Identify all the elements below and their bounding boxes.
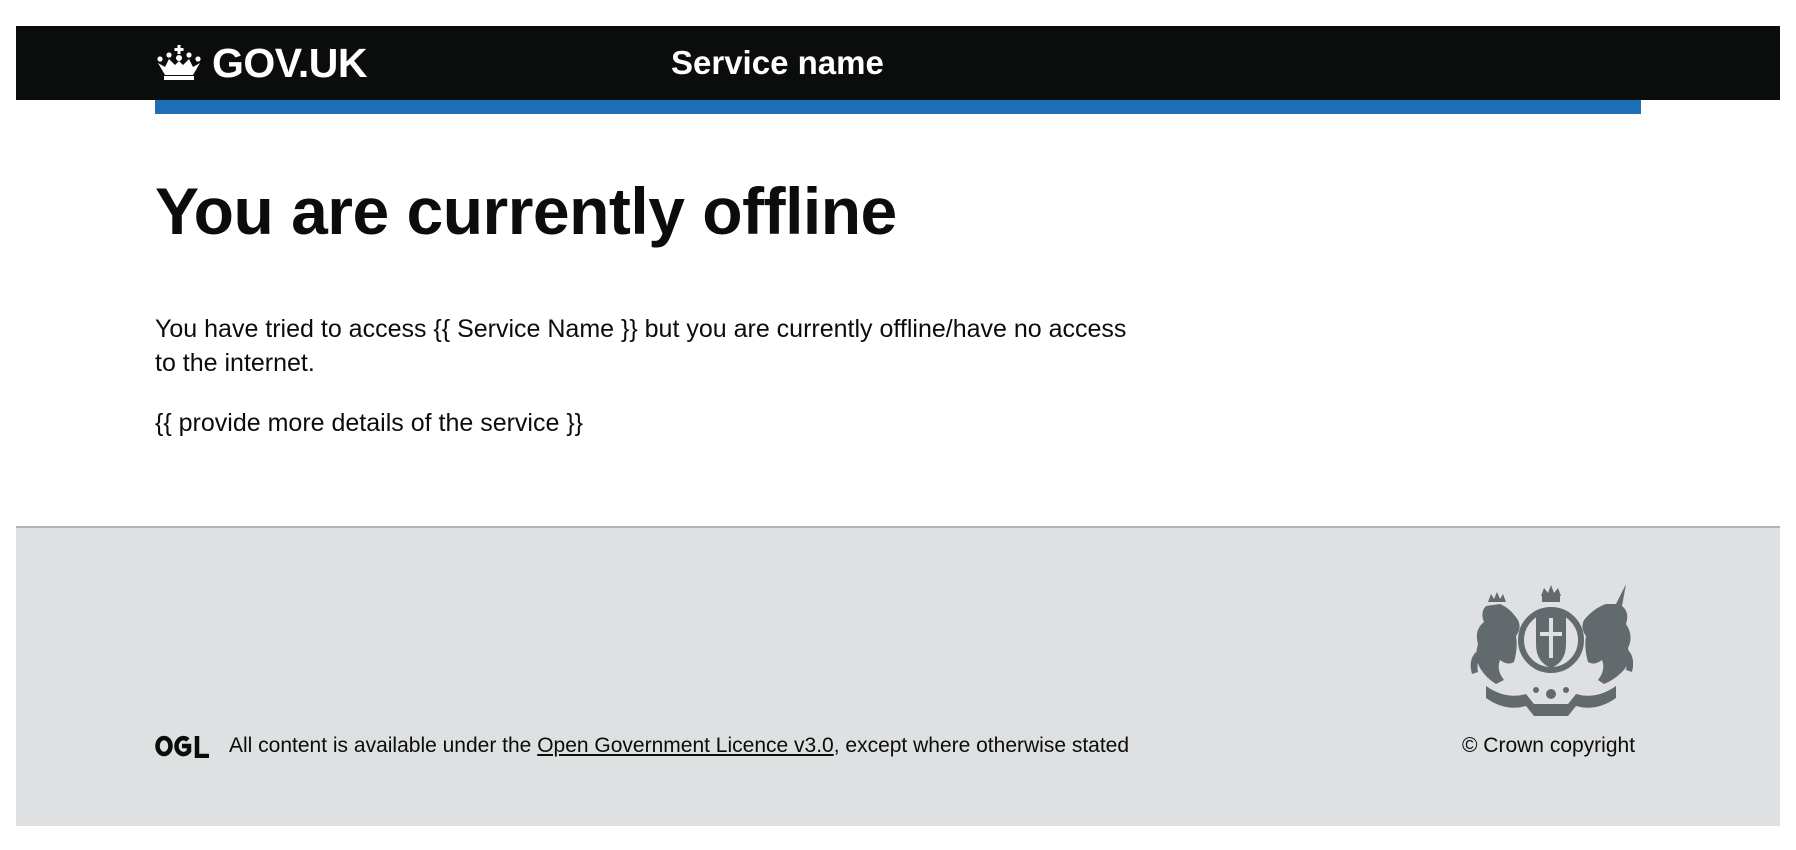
site-header: GOV.UK Service name [16,26,1780,114]
service-details-placeholder: {{ provide more details of the service }… [155,409,584,437]
header-accent-bar [155,100,1641,114]
page-frame: GOV.UK Service name [16,26,1780,114]
site-footer: All content is available under the Open … [16,526,1780,826]
crown-copyright-link[interactable]: © Crown copyright [1462,732,1635,760]
licence-prefix: All content is available under the [229,734,538,757]
licence-statement: All content is available under the Open … [229,732,1129,760]
royal-coat-of-arms-icon [1470,584,1634,716]
licence-link[interactable]: Open Government Licence v3.0 [537,734,834,757]
service-name-link[interactable]: Service name [671,26,884,100]
main-content: You are currently offline You have tried… [155,170,1155,437]
licence-suffix: , except where otherwise stated [833,734,1130,757]
govuk-logo-link[interactable]: GOV.UK [155,40,367,87]
offline-message: You have tried to access {{ Service Name… [155,315,1127,377]
header-container: GOV.UK [155,26,367,100]
ogl-logo-icon [155,735,209,758]
govuk-logo-text: GOV.UK [212,39,367,86]
page-title: You are currently offline [155,174,897,248]
crown-icon [157,45,201,80]
